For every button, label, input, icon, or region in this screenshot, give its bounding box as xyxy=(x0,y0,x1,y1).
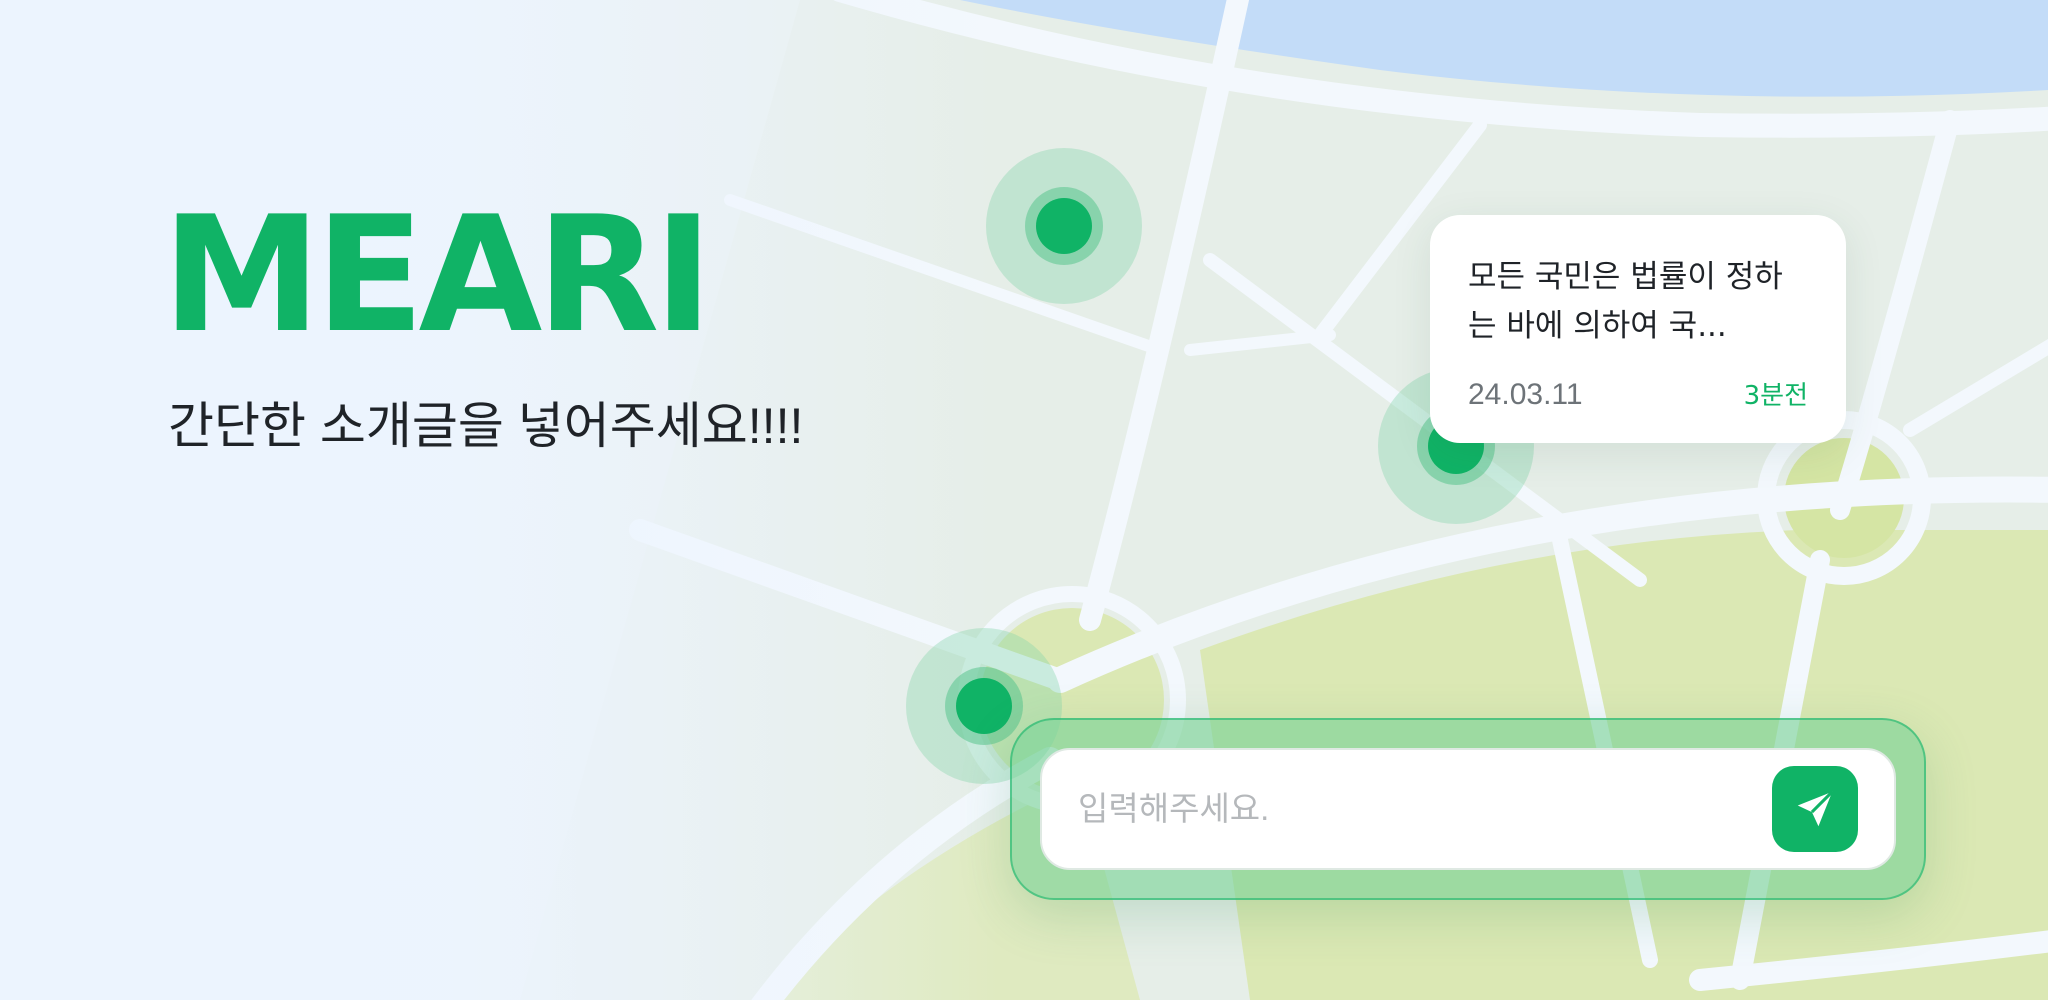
intro-text: 간단한 소개글을 넣어주세요!!!! xyxy=(168,398,804,454)
bubble-meta: 24.03.11 3분전 xyxy=(1468,375,1808,412)
bubble-time-ago: 3분전 xyxy=(1743,381,1808,411)
message-input-box xyxy=(1040,748,1896,870)
send-icon xyxy=(1797,790,1834,827)
brand-logo: MEARI xyxy=(162,181,713,368)
bubble-message: 모든 국민은 법률이 정하는 바에 의하여 국... xyxy=(1468,259,1783,344)
message-input[interactable] xyxy=(1078,781,1778,837)
send-button[interactable] xyxy=(1772,766,1858,852)
bubble-date: 24.03.11 xyxy=(1468,378,1583,411)
message-bubble[interactable]: 모든 국민은 법률이 정하는 바에 의하여 국... 24.03.11 3분전 xyxy=(1430,215,1846,443)
map-pin-1[interactable] xyxy=(986,148,1142,304)
landing-hero: MEARI 간단한 소개글을 넣어주세요!!!! 모든 국민은 법률이 정하는 … xyxy=(0,0,2048,1000)
